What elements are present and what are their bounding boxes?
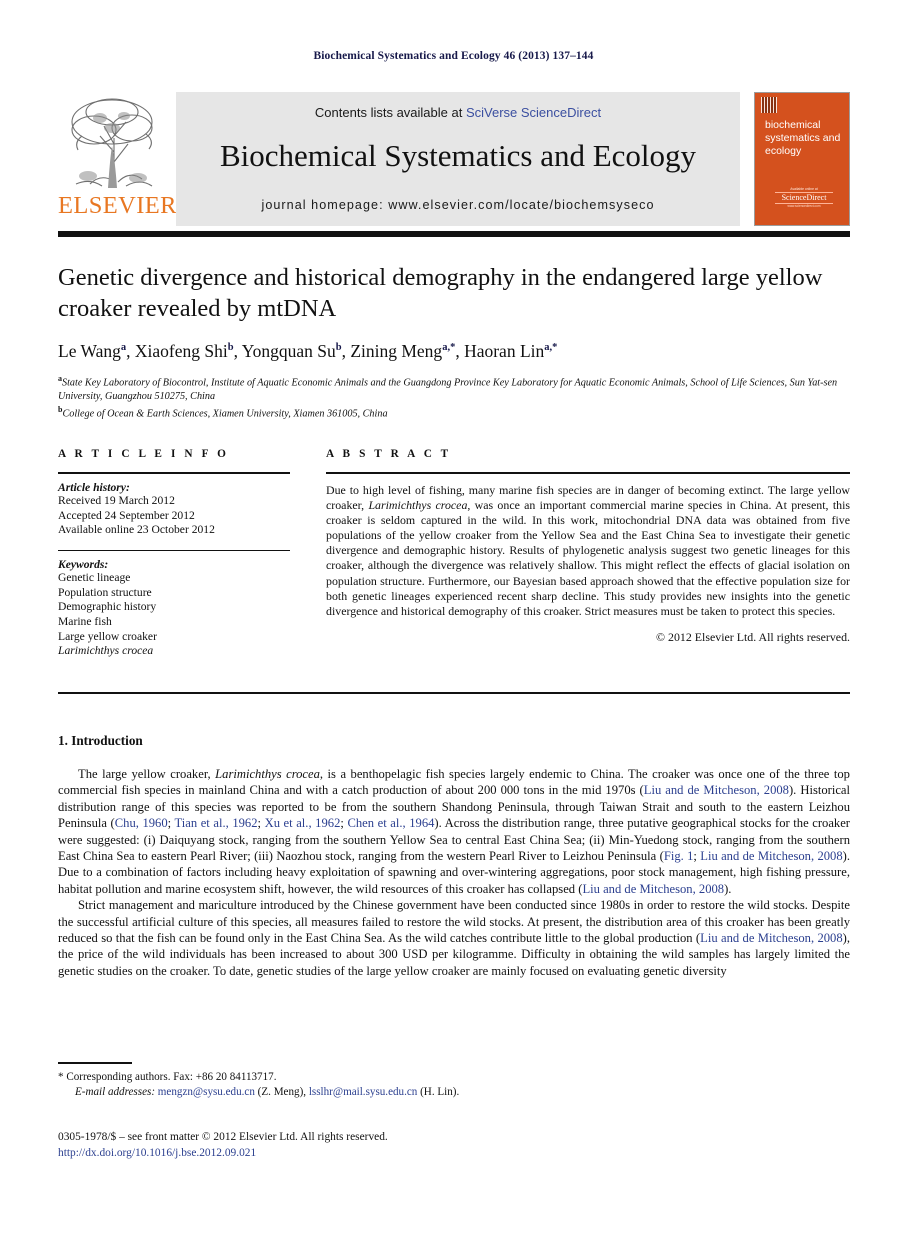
email-link-1[interactable]: mengzn@sysu.edu.cn: [158, 1086, 255, 1098]
footnote-block: * Corresponding authors. Fax: +86 20 841…: [58, 1070, 558, 1100]
email-label: E-mail addresses:: [75, 1086, 156, 1098]
author-list: Le Wanga, Xiaofeng Shib, Yongquan Sub, Z…: [58, 341, 850, 362]
page-footer: 0305-1978/$ – see front matter © 2012 El…: [58, 1130, 758, 1161]
author-item: Zining Menga,*: [350, 341, 455, 361]
title-block: Genetic divergence and historical demogr…: [58, 262, 850, 421]
corresponding-author-note: * Corresponding authors. Fax: +86 20 841…: [58, 1071, 277, 1083]
introduction-heading: 1. Introduction: [58, 733, 143, 748]
keyword-item: Marine fish: [58, 615, 112, 629]
email-note: E-mail addresses: mengzn@sysu.edu.cn (Z.…: [58, 1085, 558, 1100]
citation-link[interactable]: Liu and de Mitcheson, 2008: [700, 931, 843, 945]
cover-elsevier-icon: [761, 97, 777, 113]
masthead-divider: [58, 231, 850, 237]
intro-text: ).: [724, 881, 732, 896]
abstract-column: A B S T R A C T Due to high level of fis…: [326, 448, 850, 659]
cover-title: biochemical systematics and ecology: [765, 119, 841, 157]
email-owner-1: (Z. Meng),: [254, 1086, 309, 1098]
email-link-2[interactable]: lsslhr@mail.sysu.edu.cn: [309, 1086, 418, 1098]
intro-text: ;: [167, 816, 175, 831]
issn-copyright-line: 0305-1978/$ – see front matter © 2012 El…: [58, 1131, 388, 1143]
affiliation-item: aState Key Laboratory of Biocontrol, Ins…: [58, 372, 850, 403]
citation-link[interactable]: Liu and de Mitcheson, 2008: [582, 882, 724, 896]
keyword-item-species: Larimichthys crocea: [58, 644, 154, 658]
affiliation-text: State Key Laboratory of Biocontrol, Inst…: [58, 377, 838, 402]
paper-page: Biochemical Systematics and Ecology 46 (…: [0, 0, 907, 1238]
article-info-divider: [58, 472, 290, 474]
keywords-label: Keywords:: [58, 558, 109, 572]
introduction-section: 1. Introduction The large yellow croaker…: [58, 733, 850, 979]
author-item: Yongquan Sub: [242, 341, 342, 361]
author-name: Xiaofeng Shi: [134, 341, 228, 361]
citation-link[interactable]: Chu, 1960: [115, 816, 168, 830]
intro-text: The large yellow croaker,: [78, 767, 216, 781]
author-name: Zining Meng: [350, 341, 443, 361]
author-affiliation-marker: a,*: [544, 342, 558, 354]
keyword-item: Population structure: [58, 585, 152, 599]
info-abstract-section: A R T I C L E I N F O Article history: R…: [58, 448, 850, 659]
sciencedirect-link[interactable]: SciVerse ScienceDirect: [466, 105, 601, 120]
elsevier-tree-icon: [71, 98, 153, 188]
citation-link[interactable]: Liu and de Mitcheson, 2008: [700, 849, 842, 863]
affiliation-item: bCollege of Ocean & Earth Sciences, Xiam…: [58, 403, 850, 421]
article-history-received: Received 19 March 2012: [58, 494, 175, 507]
cover-badge-mid: ScienceDirect: [775, 192, 833, 204]
keyword-item: Genetic lineage: [58, 571, 131, 585]
figure-link[interactable]: Fig. 1: [664, 849, 694, 863]
affiliation-list: aState Key Laboratory of Biocontrol, Ins…: [58, 372, 850, 421]
author-sep: ,: [126, 341, 135, 361]
column-gap: [290, 448, 326, 659]
doi-link[interactable]: http://dx.doi.org/10.1016/j.bse.2012.09.…: [58, 1146, 758, 1162]
abstract-body: Due to high level of fishing, many marin…: [326, 483, 850, 619]
author-item: Xiaofeng Shib: [135, 341, 234, 361]
keyword-item: Demographic history: [58, 600, 157, 614]
journal-cover-thumbnail[interactable]: biochemical systematics and ecology Avai…: [754, 92, 850, 226]
author-sep: ,: [233, 341, 242, 361]
author-name: Haoran Lin: [464, 341, 545, 361]
abstract-species-name: Larimichthys crocea: [368, 498, 468, 513]
author-sep: ,: [455, 341, 465, 361]
author-item: Le Wanga: [58, 341, 126, 361]
abstract-text-part2: , was once an important commercial marin…: [326, 498, 850, 618]
elsevier-wordmark: ELSEVIER: [58, 192, 177, 219]
email-owner-2: (H. Lin).: [417, 1086, 460, 1098]
journal-homepage-link[interactable]: journal homepage: www.elsevier.com/locat…: [261, 198, 654, 212]
article-info-heading: A R T I C L E I N F O: [58, 448, 229, 460]
journal-title: Biochemical Systematics and Ecology: [219, 138, 697, 173]
abstract-copyright: © 2012 Elsevier Ltd. All rights reserved…: [656, 629, 850, 644]
citation-link[interactable]: Tian et al., 1962: [175, 816, 258, 830]
author-sep: ,: [341, 341, 351, 361]
author-affiliation-marker: a,*: [442, 342, 456, 354]
introduction-paragraph-2: Strict management and mariculture introd…: [58, 897, 850, 979]
intro-species-name: Larimichthys crocea: [215, 767, 320, 781]
article-history-label: Article history:: [58, 481, 130, 494]
author-name: Yongquan Su: [241, 341, 336, 361]
introduction-paragraph-1: The large yellow croaker, Larimichthys c…: [58, 766, 850, 897]
footnote-rule: [58, 1062, 132, 1064]
abstract-bottom-divider: [58, 692, 850, 694]
citation-link[interactable]: Chen et al., 1964: [347, 816, 434, 830]
citation-link[interactable]: Liu and de Mitcheson, 2008: [644, 783, 789, 797]
citation-link[interactable]: Xu et al., 1962: [265, 816, 341, 830]
intro-text: ;: [257, 816, 265, 831]
journal-band: Contents lists available at SciVerse Sci…: [176, 92, 740, 226]
keyword-item: Large yellow croaker: [58, 629, 157, 643]
article-info-column: A R T I C L E I N F O Article history: R…: [58, 448, 290, 659]
cover-sciencedirect-badge: Available online at ScienceDirect www.sc…: [775, 187, 833, 209]
author-item: Haoran Lina,*: [464, 341, 557, 361]
elsevier-logo: ELSEVIER: [58, 92, 177, 226]
journal-masthead: ELSEVIER Contents lists available at Sci…: [58, 92, 850, 226]
keywords-divider: [58, 549, 290, 552]
article-history-online: Available online 23 October 2012: [58, 523, 215, 537]
abstract-divider: [326, 472, 850, 474]
page-title: Genetic divergence and historical demogr…: [58, 264, 823, 322]
article-history-accepted: Accepted 24 September 2012: [58, 508, 195, 522]
running-head: Biochemical Systematics and Ecology 46 (…: [313, 50, 594, 62]
author-name: Le Wang: [58, 341, 121, 361]
contents-prefix: Contents lists available at: [314, 105, 466, 120]
affiliation-text: College of Ocean & Earth Sciences, Xiame…: [62, 408, 388, 420]
cover-badge-bottom: www.sciencedirect.com: [787, 204, 821, 208]
abstract-heading: A B S T R A C T: [326, 448, 452, 460]
contents-list-line: Contents lists available at SciVerse Sci…: [315, 105, 601, 120]
